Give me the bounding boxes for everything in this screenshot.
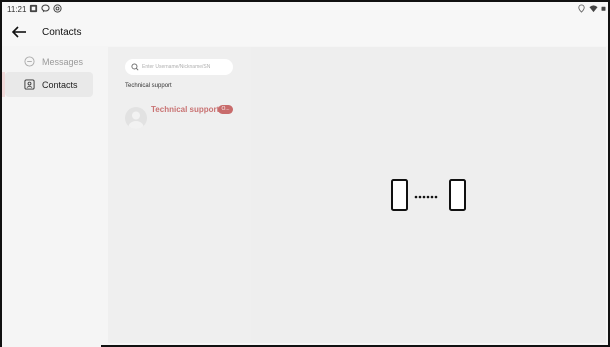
sidebar-item-messages[interactable]: Messages — [5, 49, 93, 74]
contact-list-item[interactable]: Technical support O... — [120, 100, 245, 130]
search-box[interactable] — [125, 59, 233, 75]
avatar — [125, 107, 147, 129]
chat-bubble-icon — [41, 4, 50, 13]
wifi-icon — [589, 5, 598, 13]
search-icon — [131, 63, 139, 71]
sidebar: Messages Contacts — [2, 46, 101, 347]
section-title: Technical support — [125, 83, 172, 89]
contact-card-icon — [24, 79, 35, 90]
device-to-device-icon — [391, 179, 466, 211]
status-left-icons — [29, 4, 62, 13]
location-icon — [578, 4, 585, 13]
chat-main-area — [251, 47, 606, 343]
contact-status-badge: O... — [218, 105, 233, 114]
app-bar: Contacts — [2, 19, 608, 46]
sim-card-icon — [29, 4, 38, 13]
arrow-left-icon[interactable] — [10, 23, 28, 41]
at-sign-icon — [53, 4, 62, 13]
default-avatar-icon — [128, 111, 144, 129]
status-right-icons — [577, 4, 606, 13]
sidebar-item-label: Contacts — [42, 79, 78, 90]
contact-name: Technical support — [151, 105, 220, 114]
chat-bubble-icon — [24, 56, 35, 67]
sidebar-item-contacts[interactable]: Contacts — [5, 72, 93, 97]
app-frame: 11:21 Contacts Messages Contacts Enter U… — [0, 0, 610, 347]
status-time: 11:21 — [7, 5, 27, 14]
battery-icon — [601, 6, 606, 11]
sidebar-item-label: Messages — [42, 56, 84, 67]
search-input[interactable] — [142, 61, 228, 73]
page-title: Contacts — [42, 27, 82, 38]
status-bar: 11:21 — [2, 2, 608, 19]
contacts-panel: Technical support Technical support O... — [108, 47, 251, 343]
